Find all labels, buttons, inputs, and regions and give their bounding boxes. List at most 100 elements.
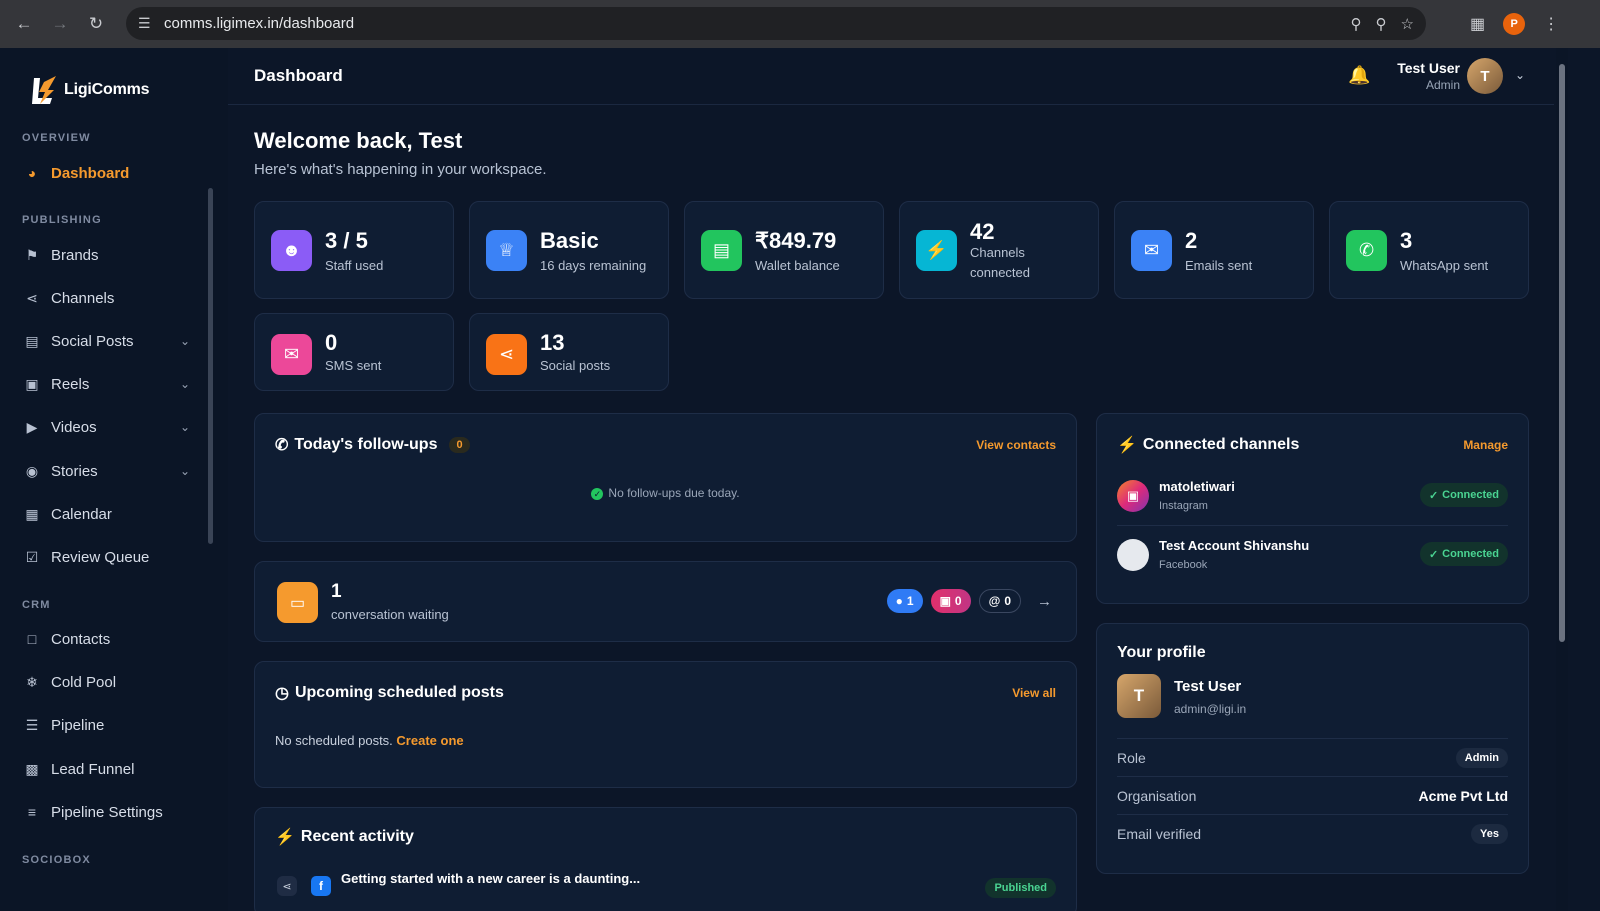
card-title-text: Upcoming scheduled posts <box>294 684 504 701</box>
messenger-count[interactable]: ● 1 <box>886 589 923 613</box>
profile-email: admin@ligi.in <box>1174 702 1247 716</box>
sidebar-item-videos[interactable]: ▶ Videos ⌄ <box>22 412 200 442</box>
user-name: Test User <box>1397 60 1460 76</box>
empty-text: No follow-ups due today. <box>608 486 740 500</box>
sidebar-item-brands[interactable]: ⚑ Brands <box>22 240 200 270</box>
conversations-card[interactable]: ▭ 1 conversation waiting ● 1 ▣ 0 @0 → <box>254 561 1077 642</box>
back-arrow-icon[interactable]: ← <box>12 12 36 36</box>
manage-link[interactable]: Manage <box>1463 438 1508 452</box>
clipboard-check-icon: ☑ <box>25 548 39 565</box>
share-nodes-icon: ⋖ <box>26 289 38 306</box>
chevron-down-icon[interactable]: ⌄ <box>1515 68 1525 82</box>
bell-icon[interactable]: 🔔 <box>1348 65 1370 86</box>
arrow-right-icon[interactable]: → <box>1037 593 1052 610</box>
status-badge: ✓ Connected <box>1419 483 1508 507</box>
browser-profile-avatar[interactable]: P <box>1503 13 1526 35</box>
status-text: Connected <box>1442 548 1499 560</box>
sidebar: LigiComms OVERVIEW ◕ Dashboard PUBLISHIN… <box>0 48 228 911</box>
followups-card: ✆ Today's follow-ups 0 View contacts ✓ No… <box>254 413 1077 542</box>
view-contacts-link[interactable]: View contacts <box>976 438 1056 452</box>
sidebar-item-cold-pool[interactable]: ❄ Cold Pool <box>22 667 200 697</box>
user-menu[interactable]: Test User Admin <box>1388 60 1460 92</box>
forward-arrow-icon[interactable]: → <box>48 12 72 36</box>
sidebar-item-stories[interactable]: ◉ Stories ⌄ <box>22 456 200 486</box>
snowflake-icon: ❄ <box>26 673 38 690</box>
sidebar-item-reels[interactable]: ▣ Reels ⌄ <box>22 369 200 399</box>
url-text[interactable]: comms.ligimex.in/dashboard <box>164 15 354 32</box>
avatar[interactable]: T <box>1467 58 1503 94</box>
followups-empty: ✓ No follow-ups due today. <box>255 486 1076 500</box>
sidebar-item-contacts[interactable]: □ Contacts <box>22 624 200 654</box>
verified-badge: Yes <box>1471 823 1508 844</box>
sidebar-item-pipeline[interactable]: ☰ Pipeline <box>22 710 200 740</box>
brand-logo[interactable]: LigiComms <box>30 74 150 106</box>
stat-value: 3 <box>1400 228 1413 253</box>
sidebar-item-social-posts[interactable]: ▤ Social Posts ⌄ <box>22 326 200 356</box>
key-icon[interactable]: ⚲ <box>1376 15 1387 33</box>
row-value: Acme Pvt Ltd <box>1418 787 1508 804</box>
count-text: 1 <box>906 594 914 608</box>
sidebar-item-channels[interactable]: ⋖ Channels <box>22 283 200 313</box>
threads-count[interactable]: @0 <box>978 589 1021 613</box>
threads-icon: @ <box>988 594 1001 608</box>
role-badge: Admin <box>1455 747 1508 768</box>
sidebar-item-dashboard[interactable]: ◕ Dashboard <box>22 158 200 188</box>
tag-icon: ⚑ <box>25 246 39 263</box>
activity-item-title[interactable]: Getting started with a new career is a d… <box>341 871 640 886</box>
calendar-icon: ▦ <box>25 505 39 522</box>
chevron-down-icon[interactable]: ⌄ <box>180 377 190 391</box>
zoom-icon[interactable]: ⚲ <box>1351 15 1362 33</box>
site-info-icon[interactable]: ☰ <box>138 15 156 32</box>
sidebar-item-lead-funnel[interactable]: ▩ Lead Funnel <box>22 754 200 784</box>
create-one-link[interactable]: Create one <box>396 733 463 748</box>
top-header: Dashboard 🔔 Test User Admin T ⌄ <box>228 48 1554 105</box>
whatsapp-icon: ✆ <box>1346 230 1387 271</box>
channel-name[interactable]: matoletiwari <box>1159 479 1235 494</box>
chevron-down-icon[interactable]: ⌄ <box>180 464 190 478</box>
film-icon: ▣ <box>25 375 39 392</box>
star-icon[interactable]: ☆ <box>1401 15 1414 33</box>
chevron-down-icon[interactable]: ⌄ <box>180 420 190 434</box>
chevron-down-icon[interactable]: ⌄ <box>180 334 190 348</box>
share-icon: ⋖ <box>486 334 527 375</box>
circle-dot-icon: ◉ <box>25 462 39 479</box>
channel-name[interactable]: Test Account Shivanshu <box>1159 538 1309 553</box>
plug-icon: ⚡ <box>1117 437 1137 454</box>
view-all-link[interactable]: View all <box>1012 686 1056 700</box>
reload-icon[interactable]: ↻ <box>84 12 108 36</box>
instagram-count[interactable]: ▣ 0 <box>930 589 971 613</box>
scheduled-empty: No scheduled posts. Create one <box>275 733 464 748</box>
card-title-text: Today's follow-ups <box>294 436 438 453</box>
share-icon: ⋖ <box>277 876 297 896</box>
profile-name: Test User <box>1174 678 1242 695</box>
address-bar[interactable]: ☰ comms.ligimex.in/dashboard ⚲ ⚲ ☆ <box>126 7 1426 40</box>
sidebar-item-label: Lead Funnel <box>51 760 135 778</box>
browser-menu-icon[interactable]: ⋮ <box>1543 14 1559 34</box>
sidebar-item-label: Cold Pool <box>51 673 117 691</box>
welcome-title: Welcome back, Test <box>254 128 463 153</box>
row-label: Role <box>1117 749 1146 766</box>
profile-row-email-verified: Email verified Yes <box>1117 814 1508 852</box>
stat-card-channels: ⚡ 42 Channels connected <box>899 201 1099 299</box>
sidebar-item-pipeline-settings[interactable]: ≡ Pipeline Settings <box>22 797 200 827</box>
stat-label: SMS sent <box>325 358 382 373</box>
sidebar-item-label: Pipeline <box>51 716 105 734</box>
page-scrollbar[interactable] <box>1556 48 1568 911</box>
stat-label: WhatsApp sent <box>1400 258 1489 273</box>
extensions-icon[interactable]: ▦ <box>1470 14 1485 34</box>
stat-value: Basic <box>540 228 599 253</box>
sidebar-item-label: Dashboard <box>51 164 130 182</box>
sidebar-item-review-queue[interactable]: ☑ Review Queue <box>22 542 200 572</box>
sidebar-item-label: Videos <box>51 418 97 436</box>
activity-title: ⚡ Recent activity <box>275 827 414 847</box>
ligicomms-logo-icon <box>32 76 56 104</box>
check-icon: ✓ <box>1428 548 1439 561</box>
row-label: Organisation <box>1117 787 1197 804</box>
sidebar-scrollbar[interactable] <box>208 188 213 544</box>
followups-title: ✆ Today's follow-ups 0 <box>275 435 470 455</box>
scrollbar-thumb[interactable] <box>1559 64 1565 642</box>
stat-card-whatsapp: ✆ 3 WhatsApp sent <box>1329 201 1529 299</box>
gauge-icon: ◕ <box>27 165 37 181</box>
divider <box>1117 525 1508 526</box>
sidebar-item-calendar[interactable]: ▦ Calendar <box>22 499 200 529</box>
